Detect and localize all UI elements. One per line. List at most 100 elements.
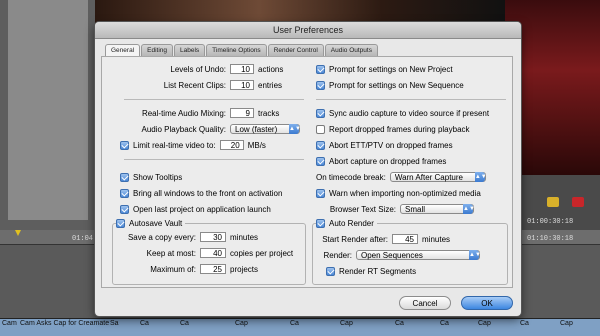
popup-arrows-icon: ▲▼ [469,250,481,260]
maximum-of-field[interactable]: 25 [200,264,226,274]
clip-label[interactable]: Cam Asks Cap for Creamate [20,320,109,327]
play-in-out-button[interactable] [547,197,559,207]
open-last-project-label: Open last project on application launch [133,204,271,214]
render-rt-segments-checkbox[interactable] [326,266,335,276]
audio-playback-quality-value: Low (faster) [235,124,278,134]
popup-arrows-icon: ▲▼ [474,172,487,182]
clip-label[interactable]: Cam [2,320,17,327]
record-button[interactable] [572,197,584,207]
prompt-new-project-checkbox[interactable] [316,64,325,74]
prompt-new-project-label: Prompt for settings on New Project [329,64,453,74]
audio-playback-quality-row: Audio Playback Quality: Low (faster) ▲▼ [108,123,301,135]
abort-capture-checkbox[interactable] [316,156,325,166]
tab-editing[interactable]: Editing [141,44,173,56]
levels-of-undo-label: Levels of Undo: [170,64,226,74]
abort-capture-row: Abort capture on dropped frames [316,155,446,167]
on-timecode-break-label: On timecode break: [316,172,386,182]
start-render-after-unit: minutes [422,234,451,244]
start-render-after-label: Start Render after: [322,234,388,244]
maximum-of-unit: projects [230,264,259,274]
show-tooltips-checkbox[interactable] [120,172,129,182]
render-popup[interactable]: Open Sequences ▲▼ [356,250,481,260]
clip-label[interactable]: Ca [140,320,149,327]
start-render-after-field[interactable]: 45 [392,234,418,244]
list-recent-clips-label: List Recent Clips: [163,80,226,90]
clip-label[interactable]: Cap [235,320,248,327]
abort-ett-ptv-row: Abort ETT/PTV on dropped frames [316,139,453,151]
warn-non-optimized-checkbox[interactable] [316,188,325,198]
show-tooltips-label: Show Tooltips [133,172,183,182]
start-render-after-row: Start Render after: 45 minutes [316,233,450,245]
bring-windows-front-row: Bring all windows to the front on activa… [120,187,282,199]
browser-text-size-row: Browser Text Size: Small ▲▼ [316,203,475,215]
prompt-new-sequence-row: Prompt for settings on New Sequence [316,79,464,91]
render-label: Render: [323,250,352,260]
abort-ett-ptv-label: Abort ETT/PTV on dropped frames [329,140,453,150]
report-dropped-frames-row: Report dropped frames during playback [316,123,470,135]
clip-label[interactable]: Cap [340,320,353,327]
realtime-audio-mixing-row: Real-time Audio Mixing: 9 tracks [108,107,279,119]
ok-button[interactable]: OK [461,296,513,310]
report-dropped-frames-checkbox[interactable] [316,124,325,134]
realtime-audio-mixing-unit: tracks [258,108,280,118]
auto-render-row: Auto Render [316,217,377,229]
audio-playback-quality-popup[interactable]: Low (faster) ▲▼ [230,124,301,134]
clip-label[interactable]: Ca [180,320,189,327]
prompt-new-sequence-checkbox[interactable] [316,80,325,90]
limit-realtime-video-row: Limit real-time video to: 20 MB/s [120,139,266,151]
list-recent-clips-row: List Recent Clips: 10 entries [108,79,282,91]
prompt-new-project-row: Prompt for settings on New Project [316,63,453,75]
render-row: Render: Open Sequences ▲▼ [316,249,481,261]
maximum-of-row: Maximum of: 25 projects [108,263,258,275]
bring-windows-front-checkbox[interactable] [120,188,129,198]
limit-realtime-video-field[interactable]: 20 [219,140,244,150]
prompt-new-sequence-label: Prompt for settings on New Sequence [329,80,464,90]
keep-at-most-field[interactable]: 40 [200,248,226,258]
on-timecode-break-value: Warn After Capture [394,172,463,182]
clip-label[interactable]: Ca [520,320,529,327]
bring-windows-front-label: Bring all windows to the front on activa… [133,188,283,198]
maximum-of-label: Maximum of: [150,264,196,274]
tab-bar: General Editing Labels Timeline Options … [105,44,379,57]
divider [124,159,304,160]
abort-ett-ptv-checkbox[interactable] [316,140,325,150]
tab-timeline-options[interactable]: Timeline Options [206,44,267,56]
clip-label[interactable]: Cap [560,320,573,327]
timecode-right-ruler: 01:10:30:18 [527,235,574,243]
open-last-project-checkbox[interactable] [120,204,129,214]
save-copy-every-row: Save a copy every: 30 minutes [108,231,258,243]
cancel-button[interactable]: Cancel [399,296,451,310]
popup-arrows-icon: ▲▼ [289,124,301,134]
browser-text-size-value: Small [405,204,426,214]
sync-audio-capture-checkbox[interactable] [316,108,325,118]
open-last-project-row: Open last project on application launch [120,203,271,215]
levels-of-undo-field[interactable]: 10 [230,64,254,74]
on-timecode-break-popup[interactable]: Warn After Capture ▲▼ [389,172,487,182]
tab-labels[interactable]: Labels [174,44,206,56]
limit-realtime-video-label: Limit real-time video to: [133,140,216,150]
popup-arrows-icon: ▲▼ [463,204,475,214]
keep-at-most-row: Keep at most: 40 copies per project [108,247,293,259]
keep-at-most-label: Keep at most: [146,248,196,258]
realtime-audio-mixing-field[interactable]: 9 [230,108,254,118]
clip-label[interactable]: Sa [110,320,119,327]
divider [316,99,506,100]
clip-label[interactable]: Ca [440,320,449,327]
browser-text-size-popup[interactable]: Small ▲▼ [400,204,475,214]
auto-render-checkbox[interactable] [316,218,325,228]
tab-audio-outputs[interactable]: Audio Outputs [324,44,378,56]
limit-realtime-video-checkbox[interactable] [120,140,129,150]
clip-label[interactable]: Ca [395,320,404,327]
clip-label[interactable]: Ca [290,320,299,327]
render-value: Open Sequences [361,250,423,260]
render-rt-segments-row: Render RT Segments [326,265,416,277]
save-copy-every-field[interactable]: 30 [200,232,226,242]
list-recent-clips-field[interactable]: 10 [230,80,254,90]
save-copy-every-unit: minutes [230,232,259,242]
divider [124,99,304,100]
autosave-vault-checkbox[interactable] [116,218,125,228]
clip-label[interactable]: Cap [478,320,491,327]
report-dropped-frames-label: Report dropped frames during playback [329,124,470,134]
levels-of-undo-row: Levels of Undo: 10 actions [108,63,283,75]
tab-render-control[interactable]: Render Control [267,44,324,56]
